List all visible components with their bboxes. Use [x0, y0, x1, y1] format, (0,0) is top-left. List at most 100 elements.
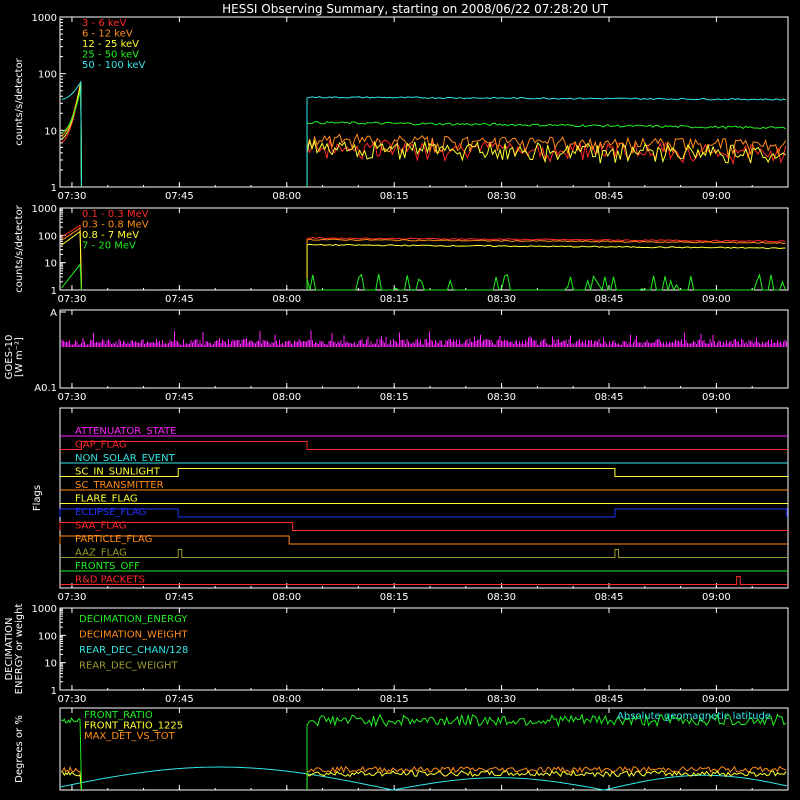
x-tick-label: 07:45	[165, 191, 194, 202]
y-tick-label: 10	[44, 259, 57, 270]
x-tick-label: 08:15	[380, 294, 409, 305]
flag-line	[60, 549, 788, 558]
legend-entry: REAR_DEC_CHAN/128	[79, 645, 188, 656]
x-tick-label: 07:30	[58, 694, 87, 705]
legend-entry: DECIMATION_WEIGHT	[79, 630, 188, 641]
x-tick-label: 08:15	[380, 392, 409, 403]
y-tick-label: 1000	[32, 13, 57, 24]
series-line	[61, 89, 82, 188]
x-tick-label: 07:30	[58, 392, 87, 403]
y-tick-label: 100	[38, 231, 57, 242]
legend-entry: 7 - 20 MeV	[82, 241, 136, 252]
flag-label: FRONTS_OFF	[75, 561, 140, 572]
legend-entry: 12 - 25 keV	[82, 39, 139, 50]
series-line	[306, 243, 786, 290]
flag-label: PARTICLE_FLAG	[75, 534, 152, 545]
x-tick-label: 07:45	[165, 694, 194, 705]
flag-label: GAP_FLAG	[75, 440, 127, 451]
flag-label: R&D PACKETS	[75, 575, 145, 586]
hessi-summary-plot: HESSI Observing Summary, starting on 200…	[0, 0, 800, 800]
x-tick-label: 08:45	[595, 392, 624, 403]
x-tick-label: 08:15	[380, 592, 409, 603]
y-tick-label: 100	[38, 631, 57, 642]
flag-line	[59, 508, 788, 518]
series-line	[306, 273, 786, 292]
series-line	[61, 771, 82, 791]
legend-entry: 6 - 12 keV	[82, 29, 133, 40]
series-line	[306, 133, 787, 187]
flag-line	[59, 535, 788, 545]
y-tick-label: 10	[44, 126, 57, 137]
flag-line	[59, 522, 788, 531]
legend-entry: 25 - 50 keV	[82, 50, 139, 61]
flag-label: SC_TRANSMITTER	[75, 480, 164, 491]
legend-entry: 0.3 - 0.8 MeV	[82, 220, 149, 231]
legend-entry: 0.8 - 7 MeV	[82, 230, 139, 241]
y-tick-label: 100	[38, 70, 57, 81]
flag-line	[60, 441, 788, 450]
y-axis-label: Degrees or %	[14, 715, 25, 783]
x-tick-label: 08:00	[272, 694, 301, 705]
y-tick-label: 10	[44, 659, 57, 670]
x-tick-label: 07:30	[58, 592, 87, 603]
flag-label: ATTENUATOR_STATE	[75, 426, 176, 437]
flag-label: ECLIPSE_FLAG	[75, 507, 146, 518]
x-tick-label: 08:45	[595, 191, 624, 202]
x-tick-label: 08:30	[487, 694, 516, 705]
goes-panel-frame	[59, 309, 789, 389]
x-tick-label: 08:30	[487, 191, 516, 202]
series-line	[61, 263, 82, 291]
series-line	[61, 717, 82, 791]
x-tick-label: 09:00	[702, 392, 731, 403]
legend-entry: FRONT_RATIO	[84, 710, 153, 721]
y-axis-label: Flags	[32, 485, 43, 511]
y-axis-label: ENERGY or weight	[14, 604, 25, 695]
x-tick-label: 08:00	[272, 392, 301, 403]
flag-label: SC_IN_SUNLIGHT	[75, 467, 161, 478]
x-tick-label: 08:30	[487, 392, 516, 403]
x-tick-label: 09:00	[702, 694, 731, 705]
y-tick-label: 1	[51, 686, 57, 697]
y-tick-label: 1000	[32, 604, 57, 615]
legend-entry: 3 - 6 keV	[82, 18, 126, 29]
x-tick-label: 07:30	[58, 294, 87, 305]
flag-label: SAA_FLAG	[75, 521, 126, 532]
flag-label: FLARE_FLAG	[75, 494, 138, 505]
y-tick-label: 1	[51, 286, 57, 297]
y-axis-label: counts/s/detector	[14, 204, 25, 292]
x-tick-label: 09:00	[702, 294, 731, 305]
x-tick-label: 08:15	[380, 191, 409, 202]
legend-entry: FRONT_RATIO_1225	[84, 721, 183, 732]
x-tick-label: 08:15	[380, 694, 409, 705]
summary-chart: HESSI Observing Summary, starting on 200…	[4, 2, 789, 791]
series-line	[61, 230, 82, 291]
x-tick-label: 08:30	[487, 294, 516, 305]
x-tick-label: 07:30	[58, 191, 87, 202]
x-tick-label: 09:00	[702, 191, 731, 202]
x-tick-label: 08:00	[272, 592, 301, 603]
legend-entry: 0.1 - 0.3 MeV	[82, 209, 149, 220]
x-tick-label: 08:00	[272, 191, 301, 202]
legend-entry: MAX_DET_VS_TOT	[84, 731, 176, 742]
y-tick-label: A	[50, 308, 57, 319]
x-tick-label: 08:45	[595, 592, 624, 603]
flag-line	[60, 576, 788, 585]
x-tick-label: 07:45	[165, 294, 194, 305]
flag-line	[60, 468, 788, 477]
x-tick-label: 07:45	[165, 592, 194, 603]
series-line	[306, 96, 786, 187]
x-tick-label: 08:45	[595, 294, 624, 305]
annotation: Absolute geomagnetic latitude	[617, 711, 771, 722]
y-tick-label: A0.1	[34, 383, 57, 394]
legend-entry: DECIMATION_ENERGY	[79, 614, 188, 625]
y-tick-label: 1000	[32, 204, 57, 215]
flag-label: AAZ_FLAG	[75, 548, 127, 559]
series-line	[306, 713, 787, 790]
series-line	[306, 765, 787, 790]
legend-entry: 50 - 100 keV	[82, 60, 146, 71]
gamma-panel-frame	[59, 207, 789, 291]
series-line	[61, 224, 82, 291]
flag-label: NON_SOLAR_EVENT	[75, 453, 176, 464]
y-axis-label: counts/s/detector	[14, 57, 25, 145]
y-tick-label: 1	[51, 183, 57, 194]
